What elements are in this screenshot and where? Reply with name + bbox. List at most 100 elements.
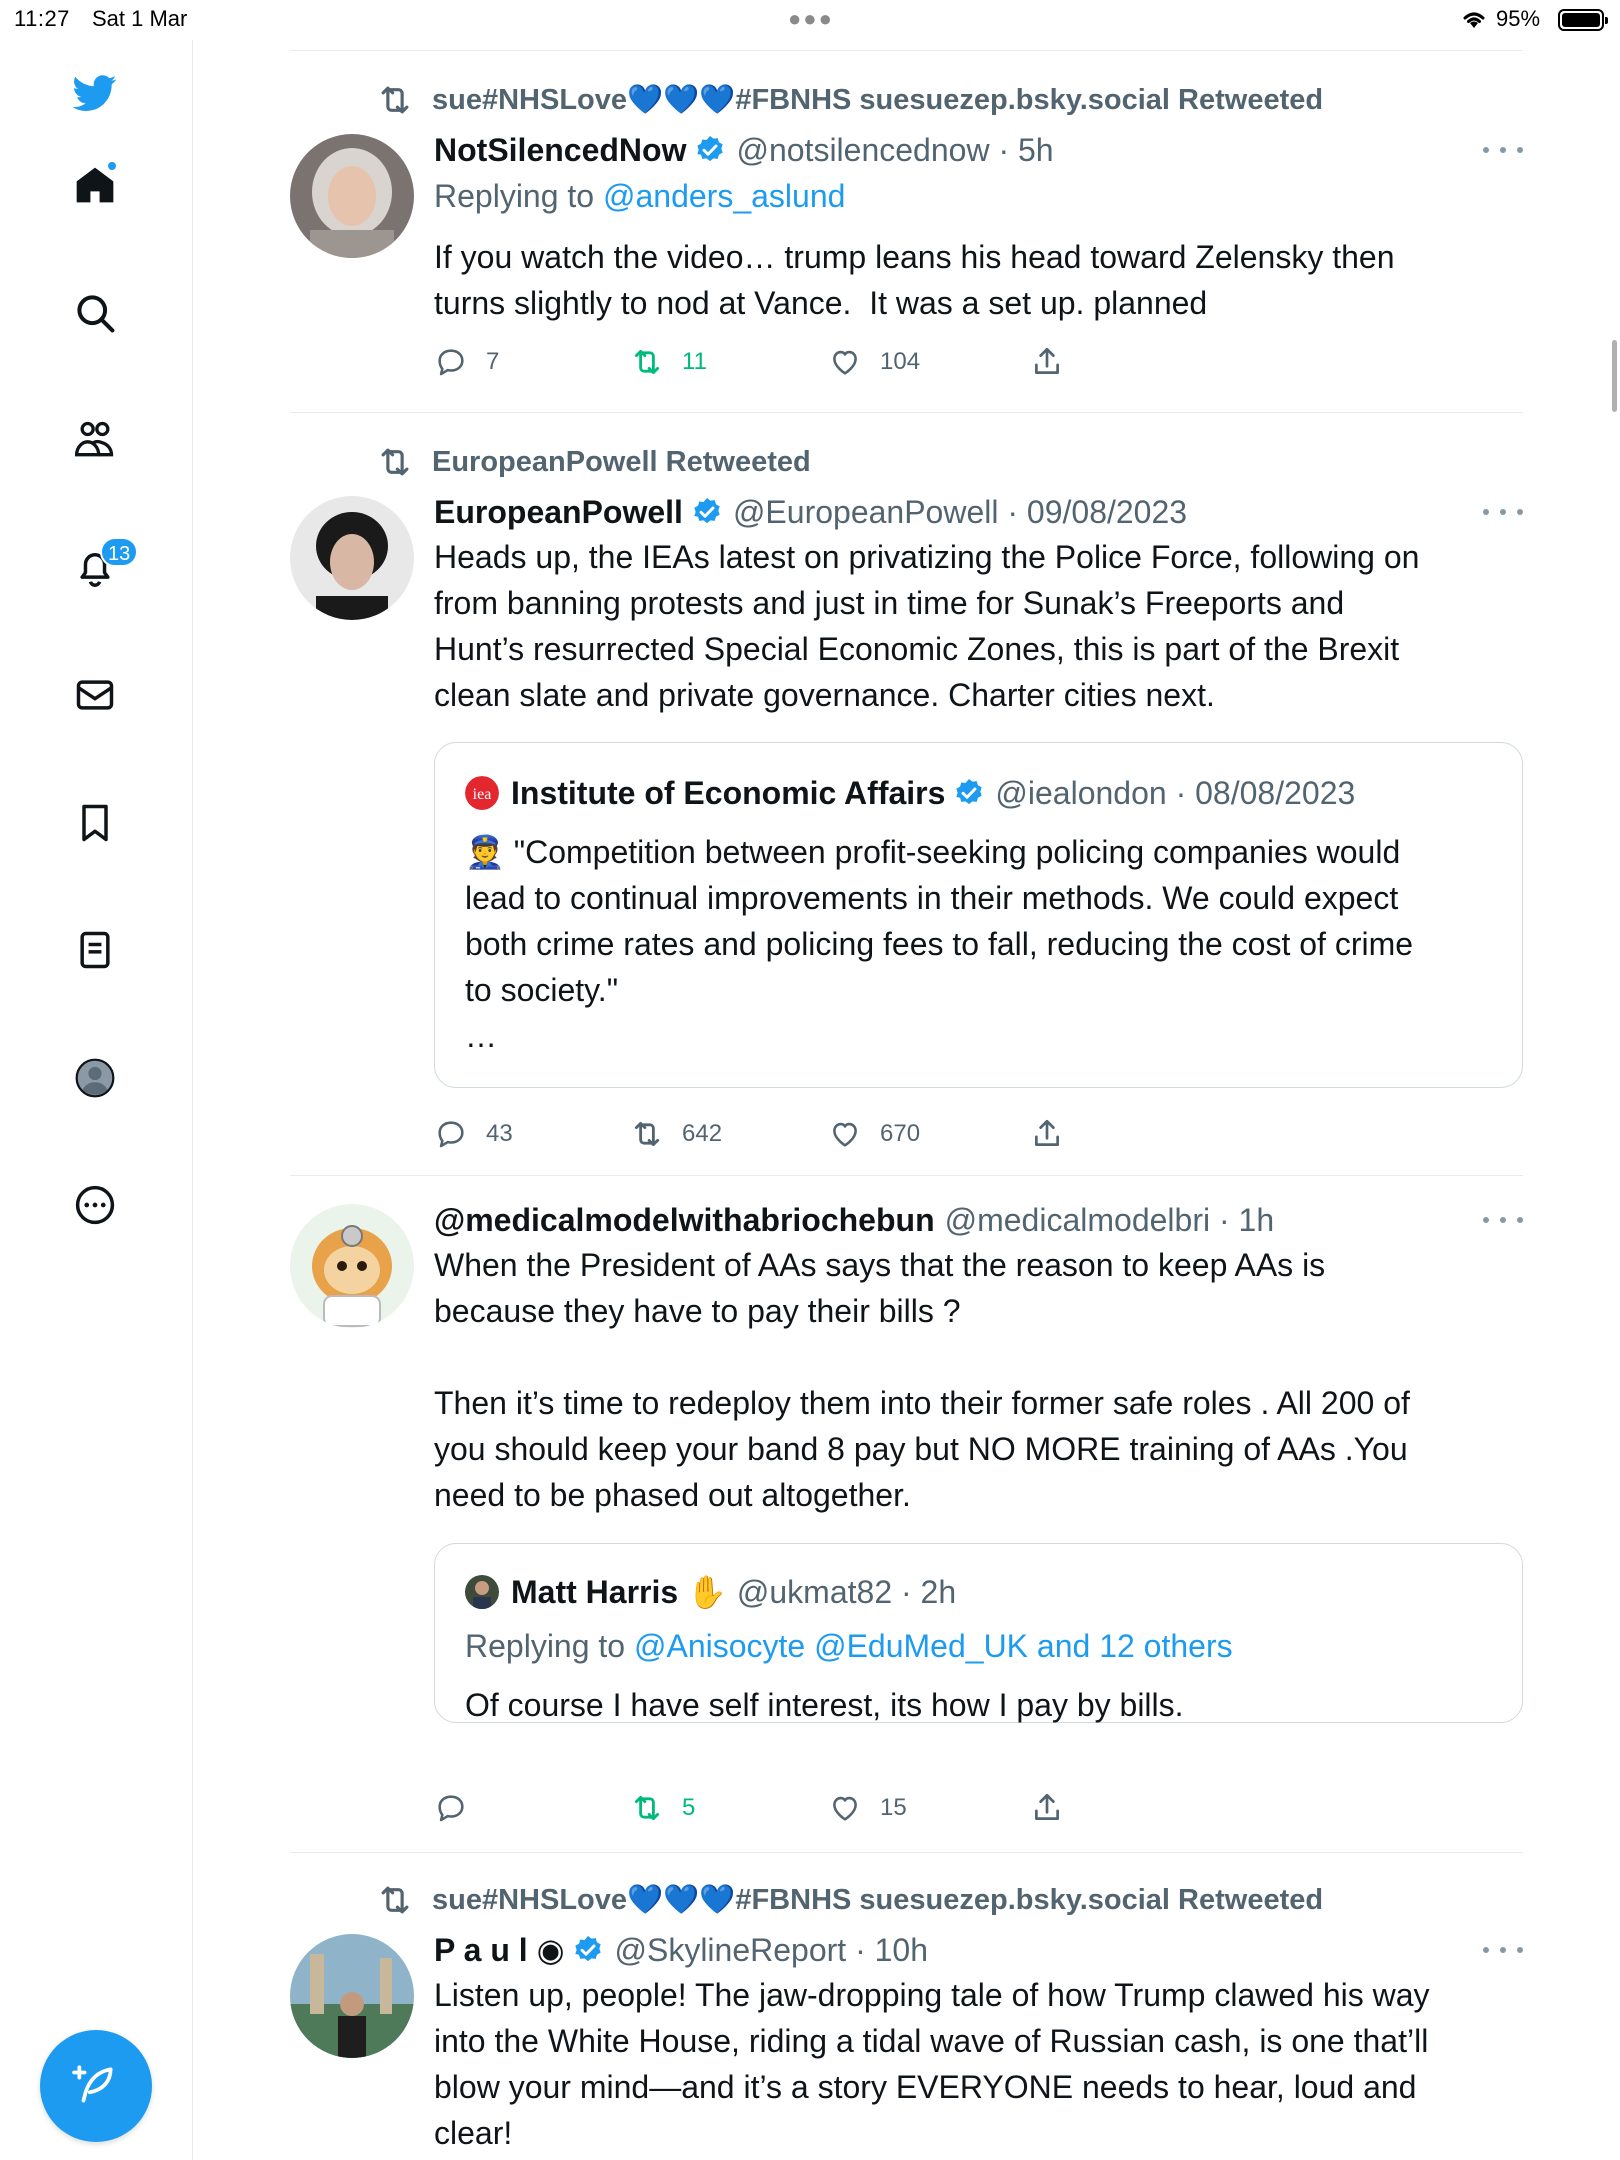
retweeted-by-text: sue#NHSLove💙💙💙#FBNHS suesuezep.bsky.soci… (432, 1884, 1324, 1916)
tweet-header: NotSilencedNow @notsilencednow · 5h (434, 128, 1054, 172)
home-icon[interactable] (70, 160, 120, 210)
heart-icon (833, 350, 857, 375)
tweet-actions: 7 11 104 (434, 342, 1334, 382)
share-button[interactable] (1030, 1788, 1082, 1828)
like-count: 15 (880, 1794, 907, 1821)
like-button[interactable]: 15 (828, 1788, 907, 1828)
status-time: 11:27 (14, 6, 70, 31)
display-name[interactable]: NotSilencedNow (434, 132, 686, 169)
retweet-icon (634, 1795, 660, 1821)
avatar[interactable] (290, 1204, 414, 1328)
handle-and-time: @medicalmodelbri · 1h (944, 1201, 1275, 1238)
scrollbar[interactable] (1612, 340, 1617, 412)
heart-icon (833, 1796, 857, 1821)
replying-to-handles[interactable]: @Anisocyte @EduMed_UK and 12 others (634, 1628, 1233, 1664)
tweet-header: P a u l ◉ @SkylineReport · 10h (434, 1928, 928, 1972)
verified-badge-icon (694, 498, 720, 524)
quoted-avatar (465, 1575, 499, 1609)
tweet-text: Listen up, people! The jaw-dropping tale… (434, 1977, 1430, 2151)
share-button[interactable] (1030, 1114, 1082, 1154)
home-unread-dot (106, 160, 118, 172)
avatar[interactable] (290, 1934, 414, 2058)
more-options-icon[interactable] (1483, 140, 1523, 160)
compose-tweet-button[interactable] (40, 2030, 152, 2142)
retweeted-by-line: sue#NHSLove💙💙💙#FBNHS suesuezep.bsky.soci… (376, 1880, 1323, 1920)
quoted-handle-and-time: @iealondon · 08/08/2023 (995, 774, 1356, 811)
messages-envelope-icon[interactable] (70, 670, 120, 720)
quoted-display-name[interactable]: Matt Harris ✋ (511, 1573, 727, 1611)
retweet-button[interactable]: 642 (630, 1114, 722, 1154)
quoted-handle-and-time: @ukmat82 · 2h (736, 1573, 957, 1610)
display-name[interactable]: P a u l ◉ (434, 1931, 564, 1969)
quoted-tweet-header: Matt Harris ✋ @ukmat82 · 2h (465, 1570, 956, 1614)
lists-icon[interactable] (70, 925, 120, 975)
tweet-text: When the President of AAs says that the … (434, 1247, 1410, 1513)
iea-logo: iea (465, 776, 499, 810)
retweet-icon (634, 1121, 660, 1147)
verified-badge-icon (575, 1936, 602, 1962)
like-count: 104 (880, 348, 921, 375)
heart-icon (833, 1122, 857, 1147)
avatar[interactable] (290, 134, 414, 258)
retweet-count: 11 (682, 348, 707, 375)
more-circle-icon[interactable] (70, 1180, 120, 1230)
replying-to-handle[interactable]: @anders_aslund (603, 178, 845, 214)
like-button[interactable]: 670 (828, 1114, 920, 1154)
more-options-icon[interactable] (1483, 1210, 1523, 1230)
notifications-bell-icon[interactable]: 13 (70, 537, 139, 593)
communities-icon[interactable] (70, 415, 120, 465)
retweet-count: 642 (682, 1120, 723, 1147)
retweet-button[interactable]: 11 (630, 342, 707, 382)
retweeted-by-text: sue#NHSLove💙💙💙#FBNHS suesuezep.bsky.soci… (432, 84, 1324, 116)
handle-and-time: @EuropeanPowell · 09/08/2023 (732, 493, 1188, 530)
reply-button[interactable] (434, 1788, 486, 1828)
search-icon[interactable] (70, 288, 120, 338)
quoted-tweet[interactable]: Matt Harris ✋ @ukmat82 · 2h Replying to … (434, 1543, 1523, 1723)
retweet-icon (381, 1886, 409, 1914)
tweet-text: Heads up, the IEAs latest on privatizing… (434, 539, 1420, 713)
like-button[interactable]: 104 (828, 342, 920, 382)
reply-button[interactable]: 43 (434, 1114, 513, 1154)
divider (290, 1852, 1523, 1853)
handle-and-time: @notsilencednow · 5h (736, 131, 1054, 168)
avatar[interactable] (290, 496, 414, 620)
multitasking-dots-icon[interactable]: ●●● (788, 6, 834, 32)
like-count: 670 (880, 1120, 921, 1147)
more-options-icon[interactable] (1483, 1940, 1523, 1960)
status-date: Sat 1 Mar (92, 6, 188, 31)
tweet-header: @medicalmodelwithabriochebun @medicalmod… (434, 1198, 1274, 1242)
tweet-text: If you watch the video… trump leans his … (434, 239, 1395, 321)
reply-count: 43 (486, 1120, 513, 1147)
tweet-header: EuropeanPowell @EuropeanPowell · 09/08/2… (434, 490, 1187, 534)
share-icon (1035, 1793, 1059, 1820)
share-icon (1035, 347, 1059, 374)
tweet[interactable]: sue#NHSLove💙💙💙#FBNHS suesuezep.bsky.soci… (290, 80, 1523, 410)
tweet-actions: 5 15 (434, 1788, 1334, 1828)
verified-badge-icon (956, 779, 983, 805)
reply-button[interactable]: 7 (434, 342, 499, 382)
display-name[interactable]: EuropeanPowell (434, 494, 683, 531)
retweet-button[interactable]: 5 (630, 1788, 695, 1828)
retweeted-by-line: sue#NHSLove💙💙💙#FBNHS suesuezep.bsky.soci… (376, 80, 1323, 120)
bookmark-icon[interactable] (70, 798, 120, 848)
quoted-replying-to: Replying to @Anisocyte @EduMed_UK and 12… (465, 1628, 1233, 1665)
tweet[interactable]: @medicalmodelwithabriochebun @medicalmod… (290, 1198, 1523, 1838)
reply-bubble-icon (438, 1121, 464, 1148)
quoted-display-name[interactable]: Institute of Economic Affairs (511, 775, 945, 812)
replying-to-label: Replying to (434, 178, 603, 214)
more-options-icon[interactable] (1483, 502, 1523, 522)
retweeted-by-text: EuropeanPowell Retweeted (432, 445, 811, 478)
replying-to: Replying to @anders_aslund (434, 178, 845, 215)
share-icon (1035, 1119, 1059, 1146)
profile-icon[interactable] (70, 1053, 120, 1103)
quoted-tweet-header: iea Institute of Economic Affairs @iealo… (465, 771, 1355, 815)
display-name[interactable]: @medicalmodelwithabriochebun (434, 1202, 935, 1239)
tweet[interactable]: sue#NHSLove💙💙💙#FBNHS suesuezep.bsky.soci… (290, 1880, 1523, 2160)
twitter-bird-icon[interactable] (70, 68, 120, 118)
retweet-count: 5 (682, 1794, 696, 1821)
retweet-icon (381, 86, 409, 114)
tweet[interactable]: EuropeanPowell Retweeted EuropeanPowell … (290, 442, 1523, 1162)
quoted-tweet[interactable]: iea Institute of Economic Affairs @iealo… (434, 742, 1523, 1088)
share-button[interactable] (1030, 342, 1082, 382)
iea-logo-text: iea (473, 786, 492, 803)
